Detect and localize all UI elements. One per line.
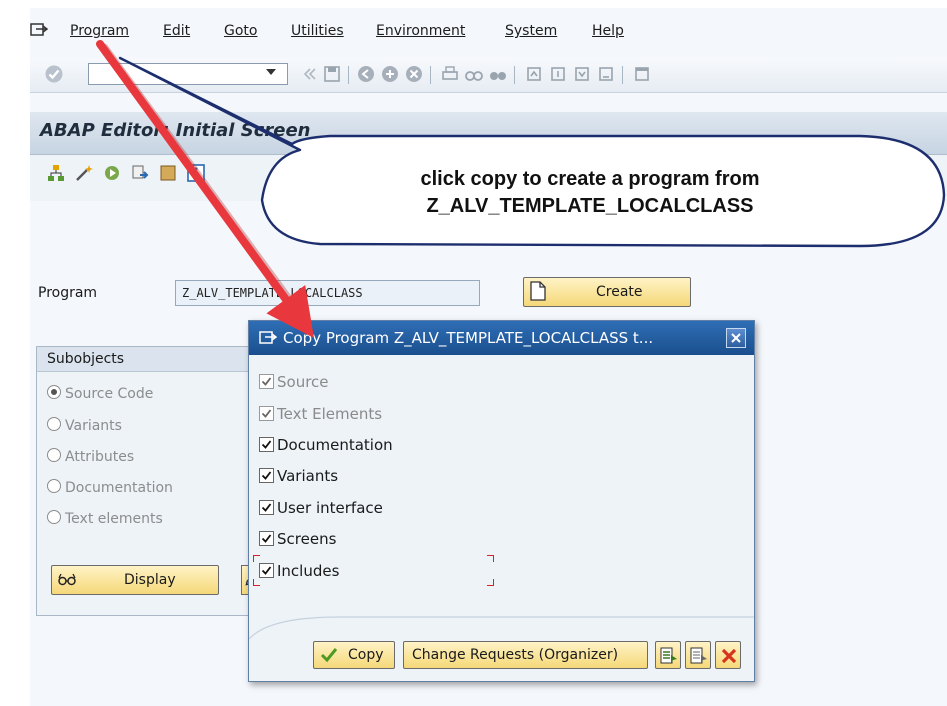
radio-documentation[interactable]: Documentation	[47, 479, 173, 496]
radio-selected-icon	[47, 385, 61, 399]
hierarchy-icon[interactable]	[46, 163, 66, 183]
menu-system[interactable]: System	[505, 23, 557, 39]
where-used-icon[interactable]	[130, 163, 150, 183]
copy-button-label: Copy	[348, 647, 384, 663]
checkbox-text-elements: Text Elements	[259, 405, 382, 423]
new-document-icon	[530, 281, 546, 301]
menu-goto[interactable]: Goto	[224, 23, 257, 39]
checkmark-icon	[320, 648, 338, 663]
checkbox-checked-icon	[259, 500, 274, 515]
display-button[interactable]: Display	[51, 565, 219, 595]
cancel-icon[interactable]	[404, 64, 424, 84]
radio-variants[interactable]: Variants	[47, 417, 122, 434]
radio-icon	[47, 510, 61, 524]
checkbox-documentation[interactable]: Documentation	[259, 436, 393, 454]
close-icon	[731, 333, 741, 343]
find-icon[interactable]	[464, 64, 484, 84]
toolbar-separator	[514, 66, 515, 84]
copy-button[interactable]: Copy	[313, 641, 395, 669]
info-icon[interactable]	[186, 163, 206, 183]
callout-text: click copy to create a program from Z_AL…	[260, 166, 920, 220]
dialog-footer: Copy Change Requests (Organizer)	[249, 625, 754, 681]
menu-help[interactable]: Help	[592, 23, 624, 39]
radio-icon	[47, 479, 61, 493]
new-session-icon[interactable]	[632, 64, 652, 84]
test-run-icon[interactable]	[102, 163, 122, 183]
menu-utilities[interactable]: Utilities	[291, 23, 344, 39]
deselect-all-icon	[690, 647, 707, 664]
change-requests-button[interactable]: Change Requests (Organizer)	[403, 641, 648, 669]
checkbox-checked-icon	[259, 563, 274, 578]
previous-page-icon[interactable]	[548, 64, 568, 84]
radio-source-code[interactable]: Source Code	[47, 385, 153, 402]
callout-line-2: Z_ALV_TEMPLATE_LOCALCLASS	[426, 195, 754, 217]
glasses-icon	[58, 573, 76, 586]
toolbar-separator	[348, 66, 349, 84]
program-label: Program	[38, 285, 98, 301]
checkbox-checked-icon	[259, 468, 274, 483]
command-field[interactable]	[88, 63, 288, 85]
last-page-icon[interactable]	[596, 64, 616, 84]
menu-environment[interactable]: Environment	[376, 23, 465, 39]
checkbox-source: Source	[259, 373, 329, 391]
focus-marker	[253, 555, 260, 562]
checkbox-checked-icon	[259, 531, 274, 546]
radio-attributes[interactable]: Attributes	[47, 448, 134, 465]
object-list-icon[interactable]	[158, 163, 178, 183]
find-next-icon[interactable]	[488, 64, 508, 84]
menu-program[interactable]: Program	[70, 23, 129, 39]
cancel-x-icon	[721, 648, 737, 664]
dialog-close-button[interactable]	[726, 328, 746, 348]
program-input[interactable]: Z_ALV_TEMPLATE_LOCALCLASS	[175, 280, 480, 306]
enter-check-icon[interactable]	[44, 64, 64, 84]
checkbox-user-interface[interactable]: User interface	[259, 499, 383, 517]
magic-wand-icon[interactable]	[74, 163, 94, 183]
menu-bar: Program Edit Goto Utilities Environment …	[30, 20, 947, 46]
radio-icon	[47, 448, 61, 462]
next-page-icon[interactable]	[572, 64, 592, 84]
back-double-arrow-icon[interactable]	[300, 64, 320, 84]
first-page-icon[interactable]	[524, 64, 544, 84]
subobjects-header: Subobjects	[37, 347, 275, 372]
select-all-icon	[660, 647, 677, 664]
checkbox-variants[interactable]: Variants	[259, 467, 338, 485]
copy-program-dialog: Copy Program Z_ALV_TEMPLATE_LOCALCLASS t…	[248, 320, 755, 682]
focus-marker	[253, 579, 260, 586]
dialog-title: Copy Program Z_ALV_TEMPLATE_LOCALCLASS t…	[283, 329, 654, 347]
radio-icon	[47, 417, 61, 431]
menu-exit-icon[interactable]	[30, 22, 48, 38]
deselect-all-button[interactable]	[685, 641, 711, 669]
checkbox-checked-icon	[259, 374, 274, 389]
print-icon[interactable]	[440, 64, 460, 84]
checkbox-checked-icon	[259, 406, 274, 421]
toolbar-separator	[622, 66, 623, 84]
standard-toolbar	[30, 58, 947, 93]
display-button-label: Display	[124, 572, 176, 588]
dialog-window-icon	[259, 331, 277, 344]
screen-title-bar: ABAP Editor: Initial Screen	[30, 112, 947, 155]
focus-marker	[487, 555, 494, 562]
checkbox-screens[interactable]: Screens	[259, 530, 336, 548]
checkbox-includes[interactable]: Includes	[259, 562, 339, 580]
radio-text-elements[interactable]: Text elements	[47, 510, 163, 527]
menu-edit[interactable]: Edit	[163, 23, 190, 39]
create-button-label: Create	[596, 284, 643, 300]
command-dropdown-icon[interactable]	[266, 69, 276, 75]
save-icon[interactable]	[322, 64, 342, 84]
create-button[interactable]: Create	[523, 277, 691, 307]
toolbar-separator	[430, 66, 431, 84]
checkbox-checked-icon	[259, 437, 274, 452]
exit-icon[interactable]	[380, 64, 400, 84]
select-all-button[interactable]	[655, 641, 681, 669]
callout-line-1: click copy to create a program from	[420, 168, 760, 190]
focus-marker	[487, 579, 494, 586]
back-icon[interactable]	[356, 64, 376, 84]
dialog-title-bar[interactable]: Copy Program Z_ALV_TEMPLATE_LOCALCLASS t…	[249, 321, 754, 355]
subobjects-title: Subobjects	[47, 351, 125, 367]
cancel-button[interactable]	[715, 641, 741, 669]
change-requests-label: Change Requests (Organizer)	[412, 647, 619, 663]
subobjects-group: Subobjects Source Code Variants Attribut…	[36, 346, 276, 616]
screen-title: ABAP Editor: Initial Screen	[40, 120, 311, 141]
